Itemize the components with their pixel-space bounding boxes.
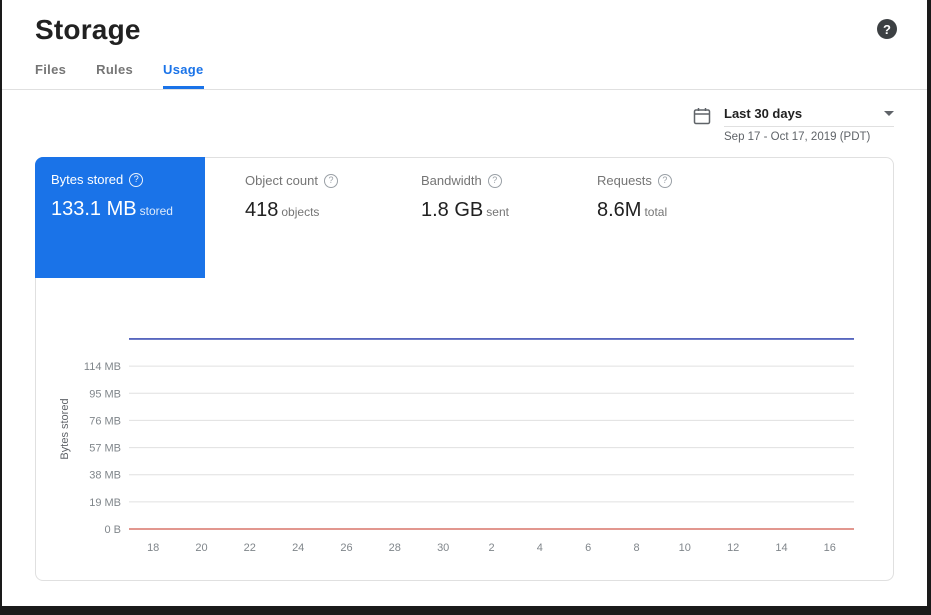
svg-text:20: 20 <box>195 542 207 554</box>
metric-value-text: 418 <box>245 199 278 221</box>
metric-label-text: Object count <box>245 173 318 188</box>
page-header: Storage ? <box>2 0 927 46</box>
svg-text:14: 14 <box>775 542 787 554</box>
svg-text:19 MB: 19 MB <box>89 497 121 509</box>
svg-text:4: 4 <box>537 542 543 554</box>
page-title: Storage <box>35 14 141 46</box>
metric-label: Object count ? <box>245 173 399 188</box>
chevron-down-icon <box>884 111 894 116</box>
svg-text:8: 8 <box>633 542 639 554</box>
svg-text:10: 10 <box>679 542 691 554</box>
metric-value-text: 1.8 GB <box>421 199 483 221</box>
svg-text:16: 16 <box>824 542 836 554</box>
svg-text:38 MB: 38 MB <box>89 470 121 482</box>
date-range-detail: Sep 17 - Oct 17, 2019 (PDT) <box>724 131 894 143</box>
svg-text:114 MB: 114 MB <box>84 361 121 373</box>
svg-text:0 B: 0 B <box>104 524 121 536</box>
usage-chart: 114 MB95 MB76 MB57 MB38 MB19 MB0 B182022… <box>36 314 893 559</box>
svg-text:57 MB: 57 MB <box>89 443 121 455</box>
metric-value-text: 8.6M <box>597 199 641 221</box>
metric-value: 8.6Mtotal <box>597 199 751 222</box>
metric-label: Bandwidth ? <box>421 173 575 188</box>
help-circle-icon: ? <box>129 173 143 187</box>
metric-value: 133.1 MBstored <box>51 198 189 221</box>
date-range-label: Last 30 days <box>724 106 802 121</box>
svg-text:24: 24 <box>292 542 304 554</box>
svg-text:18: 18 <box>147 542 159 554</box>
help-circle-icon: ? <box>488 174 502 188</box>
help-circle-icon: ? <box>324 174 338 188</box>
metric-label: Bytes stored ? <box>51 172 189 187</box>
metric-unit: sent <box>486 205 509 219</box>
svg-text:6: 6 <box>585 542 591 554</box>
svg-text:12: 12 <box>727 542 739 554</box>
metric-card-bytes-stored[interactable]: Bytes stored ? 133.1 MBstored <box>35 157 205 278</box>
svg-text:2: 2 <box>488 542 494 554</box>
metric-unit: objects <box>281 205 319 219</box>
metric-label-text: Bandwidth <box>421 173 482 188</box>
metric-unit: total <box>644 205 667 219</box>
date-range-texts: Last 30 days Sep 17 - Oct 17, 2019 (PDT) <box>724 106 894 143</box>
metrics-row: Bytes stored ? 133.1 MBstored Object cou… <box>36 158 893 278</box>
metric-unit: stored <box>140 204 173 218</box>
metric-card-requests[interactable]: Requests ? 8.6Mtotal <box>575 158 751 278</box>
toolbar: Last 30 days Sep 17 - Oct 17, 2019 (PDT) <box>2 90 927 153</box>
metric-card-bandwidth[interactable]: Bandwidth ? 1.8 GBsent <box>399 158 575 278</box>
metric-value-text: 133.1 MB <box>51 198 137 220</box>
metric-label: Requests ? <box>597 173 751 188</box>
tab-rules[interactable]: Rules <box>96 62 133 89</box>
help-icon[interactable]: ? <box>877 19 897 39</box>
help-circle-icon: ? <box>658 174 672 188</box>
metric-value: 418objects <box>245 199 399 222</box>
metric-label-text: Requests <box>597 173 652 188</box>
tab-files[interactable]: Files <box>35 62 66 89</box>
svg-text:95 MB: 95 MB <box>89 388 121 400</box>
svg-text:76 MB: 76 MB <box>89 415 121 427</box>
metric-card-object-count[interactable]: Object count ? 418objects <box>223 158 399 278</box>
date-range-row: Last 30 days <box>724 106 894 127</box>
calendar-icon <box>693 107 711 130</box>
svg-text:Bytes stored: Bytes stored <box>59 398 71 459</box>
tab-bar: Files Rules Usage <box>2 62 927 89</box>
usage-panel: Bytes stored ? 133.1 MBstored Object cou… <box>35 157 894 581</box>
svg-text:28: 28 <box>389 542 401 554</box>
storage-page: Storage ? Files Rules Usage Last 30 days <box>0 0 931 615</box>
svg-text:30: 30 <box>437 542 449 554</box>
metric-value: 1.8 GBsent <box>421 199 575 222</box>
svg-text:26: 26 <box>340 542 352 554</box>
date-range-selector[interactable]: Last 30 days Sep 17 - Oct 17, 2019 (PDT) <box>693 106 894 143</box>
usage-chart-svg: 114 MB95 MB76 MB57 MB38 MB19 MB0 B182022… <box>54 314 874 559</box>
svg-text:22: 22 <box>244 542 256 554</box>
metric-label-text: Bytes stored <box>51 172 123 187</box>
tab-usage[interactable]: Usage <box>163 62 204 89</box>
